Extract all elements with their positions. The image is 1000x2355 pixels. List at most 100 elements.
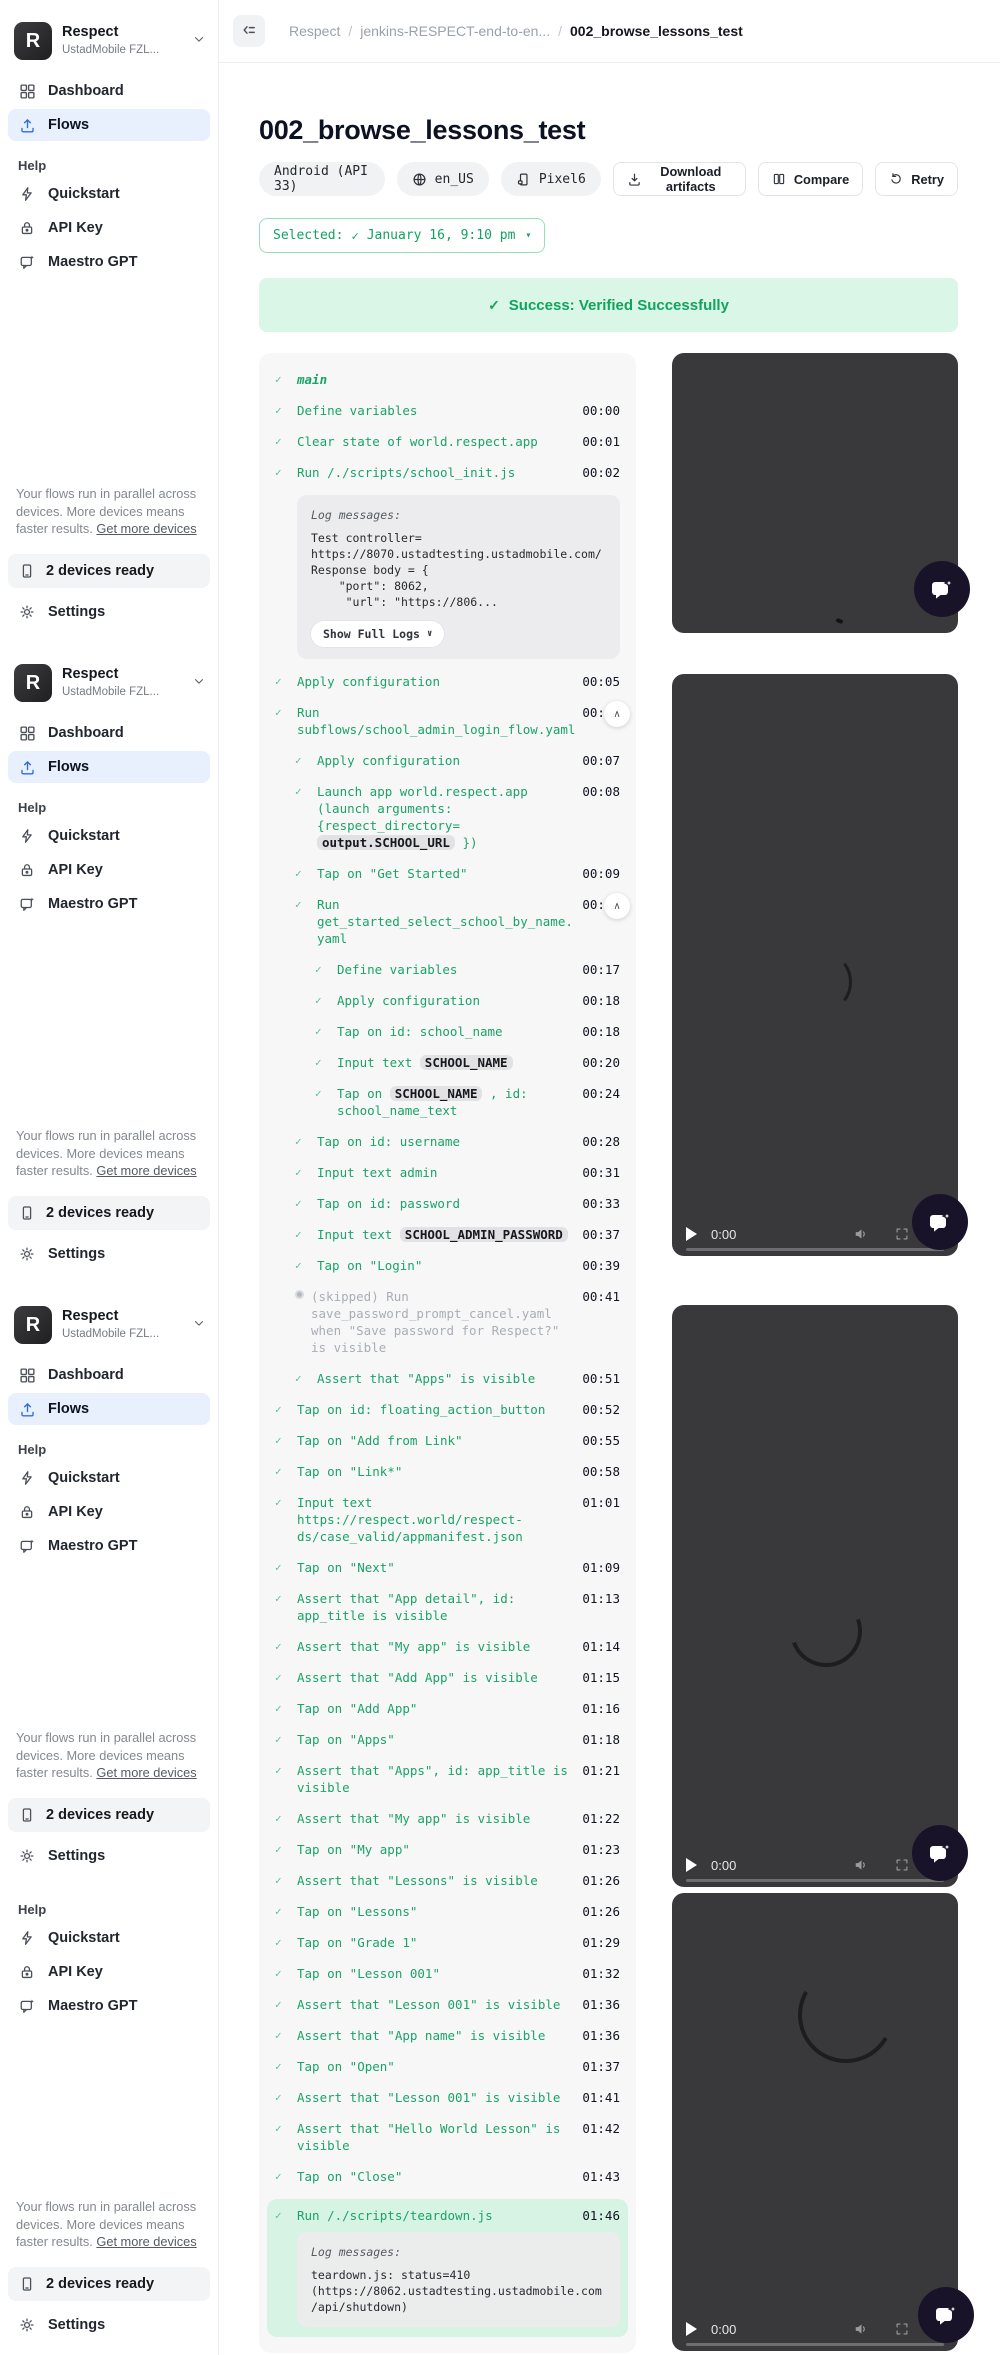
log-step[interactable]: ✓Tap on "Next"01:09 <box>275 1559 620 1576</box>
button-compare[interactable]: Compare <box>758 162 863 196</box>
log-step[interactable]: ✓main <box>275 371 620 388</box>
devices-ready-button[interactable]: 2 devices ready <box>8 1196 210 1230</box>
sidebar-item-maestro-gpt[interactable]: Maestro GPT <box>8 1990 210 2022</box>
sidebar-item-flows[interactable]: Flows <box>8 751 210 783</box>
log-step[interactable]: ✓Input text SCHOOL_NAME00:20 <box>315 1054 620 1071</box>
get-more-devices-link[interactable]: Get more devices <box>96 2234 196 2249</box>
log-step[interactable]: ✓Tap on id: password00:33 <box>295 1195 620 1212</box>
log-step[interactable]: ✓Tap on "Apps"01:18 <box>275 1731 620 1748</box>
sidebar-item-settings[interactable]: Settings <box>8 596 210 628</box>
log-step[interactable]: ✓Assert that "Add App" is visible01:15 <box>275 1669 620 1686</box>
log-step[interactable]: ✓Tap on "My app"01:23 <box>275 1841 620 1858</box>
log-step[interactable]: ✓Tap on "Get Started"00:09 <box>295 865 620 882</box>
sidebar-item-flows[interactable]: Flows <box>8 1393 210 1425</box>
sidebar-item-api-key[interactable]: API Key <box>8 1496 210 1528</box>
log-step[interactable]: ✓Tap on "Lesson 001"01:32 <box>275 1965 620 1982</box>
log-step[interactable]: ✓Tap on SCHOOL_NAME , id: school_name_te… <box>315 1085 620 1119</box>
log-step[interactable]: ✓Assert that "Lesson 001" is visible01:3… <box>275 1996 620 2013</box>
get-more-devices-link[interactable]: Get more devices <box>96 521 196 536</box>
button-retry[interactable]: Retry <box>875 162 958 196</box>
log-step[interactable]: ✓Tap on "Grade 1"01:29 <box>275 1934 620 1951</box>
sidebar-item-maestro-gpt[interactable]: Maestro GPT <box>8 888 210 920</box>
log-step[interactable]: ✓Assert that "Lessons" is visible01:26 <box>275 1872 620 1889</box>
log-step[interactable]: ✓Assert that "App name" is visible01:36 <box>275 2027 620 2044</box>
video-progress-bar[interactable] <box>686 2343 944 2346</box>
breadcrumb-suite[interactable]: jenkins-RESPECT-end-to-en... <box>360 23 550 39</box>
sidebar-item-dashboard[interactable]: Dashboard <box>8 1359 210 1391</box>
video-progress-bar[interactable] <box>686 1879 944 1882</box>
sidebar-item-dashboard[interactable]: Dashboard <box>8 717 210 749</box>
play-button[interactable] <box>686 2322 697 2336</box>
log-step[interactable]: ✓Tap on id: username00:28 <box>295 1133 620 1150</box>
sidebar-item-flows[interactable]: Flows <box>8 109 210 141</box>
get-more-devices-link[interactable]: Get more devices <box>96 1765 196 1780</box>
breadcrumb-workspace[interactable]: Respect <box>289 23 340 39</box>
device-recording-video[interactable]: 0:00⋮ <box>672 1305 958 1887</box>
log-step[interactable]: ✓Apply configuration00:18 <box>315 992 620 1009</box>
volume-icon[interactable] <box>853 1226 869 1242</box>
log-step[interactable]: ✓Apply configuration00:07 <box>295 752 620 769</box>
log-step[interactable]: ✓Apply configuration00:05 <box>275 673 620 690</box>
log-step[interactable]: ✓Run /./scripts/teardown.js01:46 <box>275 2207 620 2224</box>
log-step[interactable]: (skipped) Run save_password_prompt_cance… <box>295 1288 620 1356</box>
maestro-assistant-badge[interactable] <box>912 1825 968 1881</box>
sidebar-item-settings[interactable]: Settings <box>8 1840 210 1872</box>
log-step[interactable]: ✓Input text admin00:31 <box>295 1164 620 1181</box>
log-step[interactable]: ✓Assert that "Apps", id: app_title is vi… <box>275 1762 620 1796</box>
collapse-sidebar-button[interactable] <box>233 15 265 47</box>
workspace-switcher[interactable]: RRespectUstadMobile FZL... <box>0 0 218 74</box>
fullscreen-icon[interactable] <box>895 2322 909 2336</box>
log-step[interactable]: ✓Tap on id: school_name00:18 <box>315 1023 620 1040</box>
sidebar-item-settings[interactable]: Settings <box>8 2309 210 2341</box>
log-step[interactable]: ✓Clear state of world.respect.app00:01 <box>275 433 620 450</box>
log-step[interactable]: ✓Assert that "My app" is visible01:22 <box>275 1810 620 1827</box>
get-more-devices-link[interactable]: Get more devices <box>96 1163 196 1178</box>
sidebar-item-api-key[interactable]: API Key <box>8 854 210 886</box>
log-step[interactable]: ✓Assert that "Lesson 001" is visible01:4… <box>275 2089 620 2106</box>
log-step[interactable]: ✓Tap on "Add from Link"00:55 <box>275 1432 620 1449</box>
play-button[interactable] <box>686 1858 697 1872</box>
device-recording-video[interactable]: 0:00⋮ <box>672 1893 958 2351</box>
selected-run-dropdown[interactable]: Selected: ✓ January 16, 9:10 pm ▾ <box>259 218 545 253</box>
volume-icon[interactable] <box>853 1857 869 1873</box>
sidebar-item-quickstart[interactable]: Quickstart <box>8 820 210 852</box>
collapse-step-button[interactable]: ∧ <box>604 701 630 727</box>
log-step[interactable]: ✓Define variables00:17 <box>315 961 620 978</box>
log-step[interactable]: ✓Tap on "Link*"00:58 <box>275 1463 620 1480</box>
log-step[interactable]: ✓Run get_started_select_school_by_name.y… <box>295 896 620 947</box>
volume-icon[interactable] <box>853 2321 869 2337</box>
device-recording-video[interactable]: 0:00⋮ <box>672 674 958 1256</box>
maestro-assistant-badge[interactable] <box>918 2287 974 2343</box>
fullscreen-icon[interactable] <box>895 1227 909 1241</box>
sidebar-item-maestro-gpt[interactable]: Maestro GPT <box>8 1530 210 1562</box>
workspace-switcher[interactable]: RRespectUstadMobile FZL... <box>0 1284 218 1358</box>
video-progress-bar[interactable] <box>686 1248 944 1251</box>
sidebar-item-quickstart[interactable]: Quickstart <box>8 1462 210 1494</box>
play-button[interactable] <box>686 1227 697 1241</box>
devices-ready-button[interactable]: 2 devices ready <box>8 554 210 588</box>
log-step[interactable]: ✓Tap on "Add App"01:16 <box>275 1700 620 1717</box>
log-step[interactable]: ✓Tap on "Open"01:37 <box>275 2058 620 2075</box>
log-step[interactable]: ✓Tap on "Lessons"01:26 <box>275 1903 620 1920</box>
log-step[interactable]: ✓Define variables00:00 <box>275 402 620 419</box>
workspace-switcher[interactable]: RRespectUstadMobile FZL... <box>0 642 218 716</box>
log-step[interactable]: ✓Run subflows/school_admin_login_flow.ya… <box>275 704 620 738</box>
log-step[interactable]: ✓Assert that "App detail", id: app_title… <box>275 1590 620 1624</box>
log-step[interactable]: ✓Input text https://respect.world/respec… <box>275 1494 620 1545</box>
device-recording-video[interactable] <box>672 353 958 633</box>
sidebar-item-api-key[interactable]: API Key <box>8 1956 210 1988</box>
maestro-assistant-badge[interactable] <box>914 561 970 617</box>
sidebar-item-api-key[interactable]: API Key <box>8 212 210 244</box>
button-download-artifacts[interactable]: Download artifacts <box>613 162 746 196</box>
fullscreen-icon[interactable] <box>895 1858 909 1872</box>
log-step[interactable]: ✓Launch app world.respect.app (launch ar… <box>295 783 620 851</box>
log-step[interactable]: ✓Tap on "Login"00:39 <box>295 1257 620 1274</box>
log-step[interactable]: ✓Assert that "My app" is visible01:14 <box>275 1638 620 1655</box>
log-step[interactable]: ✓Assert that "Hello World Lesson" is vis… <box>275 2120 620 2154</box>
devices-ready-button[interactable]: 2 devices ready <box>8 2267 210 2301</box>
log-step[interactable]: ✓Tap on id: floating_action_button00:52 <box>275 1401 620 1418</box>
sidebar-item-quickstart[interactable]: Quickstart <box>8 1922 210 1954</box>
log-step[interactable]: ✓Assert that "Apps" is visible00:51 <box>295 1370 620 1387</box>
log-step[interactable]: ✓Run /./scripts/school_init.js00:02 <box>275 464 620 481</box>
sidebar-item-quickstart[interactable]: Quickstart <box>8 178 210 210</box>
